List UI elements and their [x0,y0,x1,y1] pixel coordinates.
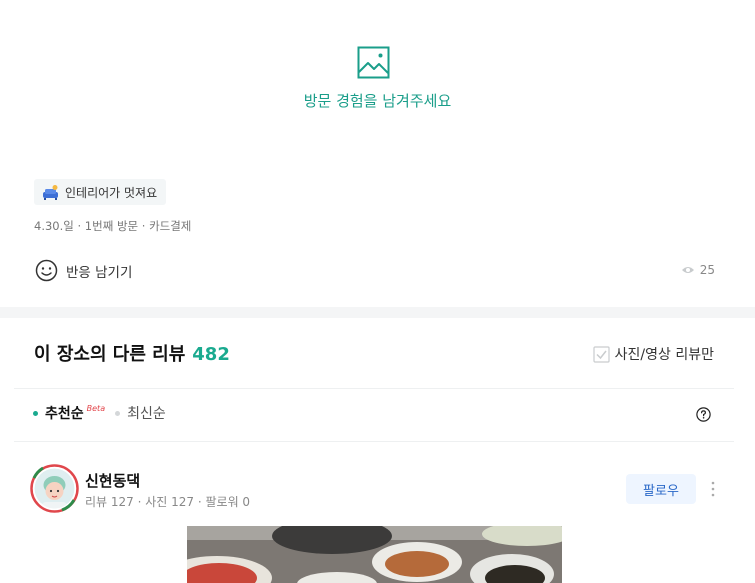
view-count-value: 25 [699,263,715,277]
more-options-icon[interactable] [706,479,720,499]
reviewer-stats: 리뷰 127 · 사진 127 · 팔로워 0 [85,495,251,509]
upload-prompt-text[interactable]: 방문 경험을 남겨주세요 [0,90,755,111]
reaction-button[interactable]: 반응 남기기 [35,259,132,282]
beta-badge: Beta [86,403,106,413]
upload-prompt-area[interactable]: 방문 경험을 남겨주세요 [0,0,755,160]
sort-latest[interactable]: 최신순 [115,403,166,423]
eye-icon [681,267,694,273]
divider-line [14,388,734,389]
inactive-dot-icon [115,410,121,416]
sort-options: 추천순 Beta 최신순 [33,403,166,423]
sort-recommended[interactable]: 추천순 Beta [33,403,105,423]
review-photo[interactable] [187,526,562,583]
other-reviews-title-text: 이 장소의 다른 리뷰 [34,344,186,365]
visit-meta: 4.30.일 · 1번째 방문 · 카드결제 [34,219,192,233]
other-reviews-title: 이 장소의 다른 리뷰 482 [34,340,230,366]
sort-latest-label: 최신순 [127,406,166,422]
keyword-tag-label: 인테리어가 멋져요 [65,185,158,200]
image-icon [357,46,390,79]
section-divider [0,307,755,318]
reviewer-name[interactable]: 신현동댁 [85,470,140,491]
keyword-tag: 인테리어가 멋져요 [34,179,167,205]
sofa-emoji-icon [43,184,58,200]
photo-video-filter-checkbox[interactable]: 사진/영상 리뷰만 [593,344,714,364]
active-dot-icon [33,410,38,416]
help-icon[interactable] [696,407,711,422]
follow-button[interactable]: 팔로우 [626,474,696,504]
smiley-icon [35,259,58,282]
sort-recommended-label: 추천순 [45,406,84,422]
food-photo-image [187,526,562,583]
photo-video-filter-label: 사진/영상 리뷰만 [614,347,714,363]
avatar[interactable] [30,464,79,513]
checkbox-icon [593,345,610,363]
divider-line [14,441,734,442]
other-reviews-count: 482 [192,344,230,365]
reaction-label: 반응 남기기 [66,264,133,281]
view-count: 25 [681,263,715,277]
